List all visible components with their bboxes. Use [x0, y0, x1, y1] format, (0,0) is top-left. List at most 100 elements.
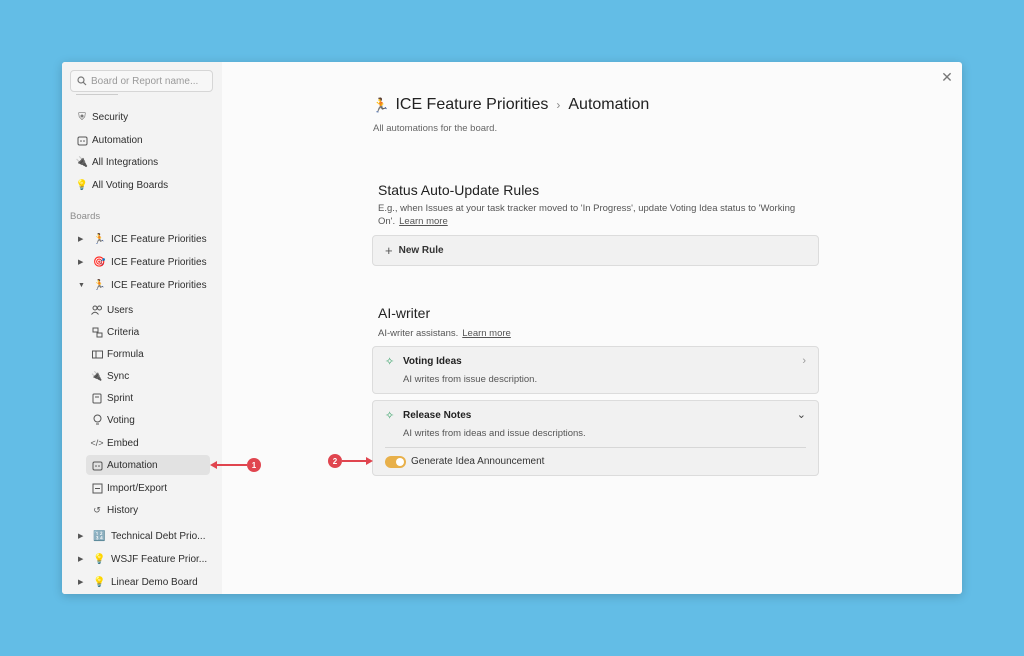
board-label: WSJF Feature Prior... [111, 553, 208, 565]
board-sub-item-embed[interactable]: </> Embed [86, 433, 210, 453]
annotation-arrow [216, 464, 247, 466]
chevron-down-icon[interactable]: ⌄ [797, 408, 806, 421]
board-sub-item-criteria[interactable]: Criteria [86, 322, 210, 342]
sparkle-icon: ✧ [385, 356, 395, 368]
chevron-right-icon[interactable]: › [802, 355, 806, 367]
code-icon: </> [90, 438, 104, 448]
status-rules-description: E.g., when Issues at your task tracker m… [378, 202, 798, 228]
voting-ideas-card[interactable]: ✧ Voting Ideas AI writes from issue desc… [372, 346, 819, 394]
ai-writer-description-text: AI-writer assistans. [378, 328, 459, 339]
board-label: ICE Feature Priorities [111, 279, 207, 291]
sidebar-item-all-integrations[interactable]: 🔌 All Integrations [76, 153, 158, 171]
card-subtitle: AI writes from ideas and issue descripti… [403, 428, 586, 439]
robot-icon [91, 459, 103, 471]
sidebar-item-label: Security [92, 111, 129, 123]
sparkle-icon: ✧ [385, 410, 395, 422]
annotation-arrow-head [366, 457, 373, 465]
sidebar-item-label: All Integrations [92, 156, 159, 168]
board-sub-item-voting[interactable]: Voting [86, 410, 210, 430]
board-emoji: 🏃 [93, 279, 106, 291]
robot-icon [76, 134, 88, 146]
board-emoji: 💡 [93, 553, 106, 565]
card-title: Release Notes [403, 410, 472, 421]
clipped-item [76, 92, 118, 95]
history-icon: ↺ [93, 504, 101, 515]
board-sub-item-formula[interactable]: Formula [86, 344, 210, 364]
collapse-caret-icon[interactable]: ▼ [78, 282, 86, 289]
board-label: ICE Feature Priorities [111, 233, 207, 245]
expand-caret-icon[interactable]: ▶ [78, 532, 86, 540]
sub-item-label: Sprint [107, 392, 134, 404]
board-item-expanded[interactable]: ▼ 🏃 ICE Feature Priorities [78, 276, 207, 294]
expand-caret-icon[interactable]: ▶ [78, 258, 86, 266]
shield-icon: ⛨ [78, 111, 86, 123]
toggle-label: Generate Idea Announcement [411, 456, 545, 467]
board-label: Technical Debt Prio... [111, 530, 206, 542]
ai-writer-learn-more-link[interactable]: Learn more [462, 328, 511, 339]
card-title: Voting Ideas [403, 356, 462, 367]
sub-item-label: Criteria [107, 326, 140, 338]
board-sub-item-users[interactable]: Users [86, 300, 210, 320]
board-sub-item-sync[interactable]: 🔌 Sync [86, 366, 210, 386]
search-input[interactable] [91, 75, 209, 87]
sub-item-label: Import/Export [107, 482, 168, 494]
page-subtitle: All automations for the board. [373, 123, 498, 134]
expand-caret-icon[interactable]: ▶ [78, 235, 86, 243]
breadcrumb-board[interactable]: ICE Feature Priorities [395, 96, 548, 114]
annotation-callout-1: 1 [247, 458, 261, 472]
board-item[interactable]: ▶ 🎯 ICE Feature Priorities [78, 253, 207, 271]
breadcrumb-separator-icon: › [556, 98, 561, 112]
board-emoji: 🎯 [93, 256, 106, 268]
annotation-callout-2: 2 [328, 454, 342, 468]
sidebar-item-automation[interactable]: Automation [76, 131, 143, 149]
expand-caret-icon[interactable]: ▶ [78, 578, 86, 586]
sub-item-label: History [107, 504, 139, 516]
board-sub-item-import-export[interactable]: Import/Export [86, 478, 210, 498]
sub-item-label: Formula [107, 348, 144, 360]
plug-icon: 🔌 [75, 156, 89, 168]
plug-icon: 🔌 [91, 370, 103, 381]
board-emoji: 🏃 [93, 233, 106, 245]
sub-item-label: Embed [107, 437, 139, 449]
card-subtitle: AI writes from issue description. [403, 374, 538, 385]
lightbulb-icon [91, 414, 103, 426]
page-title: Automation [568, 96, 650, 113]
new-rule-button[interactable]: + New Rule [372, 235, 819, 266]
ai-writer-description: AI-writer assistans. Learn more [378, 327, 511, 340]
lightbulb-icon: 💡 [75, 179, 89, 191]
generate-announcement-toggle[interactable] [385, 456, 406, 468]
sidebar-item-security[interactable]: ⛨ Security [76, 108, 128, 126]
board-item[interactable]: ▶ 🔢 Technical Debt Prio... [78, 527, 206, 545]
board-item[interactable]: ▶ 💡 Linear Demo Board [78, 573, 198, 591]
status-rules-learn-more-link[interactable]: Learn more [399, 216, 448, 227]
board-sub-item-automation[interactable]: Automation [86, 455, 210, 475]
board-item[interactable]: ▶ 💡 WSJF Feature Prior... [78, 550, 207, 568]
ai-writer-title: AI-writer [378, 305, 431, 321]
sidebar-item-all-voting-boards[interactable]: 💡 All Voting Boards [76, 176, 168, 194]
boards-section-label: Boards [70, 211, 101, 222]
search-icon [77, 76, 87, 86]
page-header: 🏃 ICE Feature Priorities › Automation [372, 96, 649, 114]
formula-icon [91, 348, 103, 360]
card-divider [385, 447, 806, 448]
expand-caret-icon[interactable]: ▶ [78, 555, 86, 563]
board-sub-item-sprint[interactable]: Sprint [86, 388, 210, 408]
sub-item-label: Automation [107, 459, 158, 471]
board-sub-item-history[interactable]: ↺ History [86, 500, 210, 520]
board-item[interactable]: ▶ 🏃 ICE Feature Priorities [78, 230, 207, 248]
board-emoji: 💡 [93, 576, 106, 588]
sidebar: ⛨ Security Automation 🔌 All Integrations… [62, 62, 222, 594]
sub-item-label: Users [107, 304, 134, 316]
annotation-arrow [342, 460, 367, 462]
status-rules-title: Status Auto-Update Rules [378, 182, 540, 198]
sprint-icon [91, 392, 103, 404]
board-search[interactable] [70, 70, 213, 92]
sub-item-label: Voting [107, 414, 135, 426]
board-label: Linear Demo Board [111, 576, 198, 588]
sidebar-item-label: Automation [92, 134, 143, 146]
close-icon[interactable]: ✕ [940, 70, 954, 84]
board-emoji: 🏃 [372, 96, 390, 113]
import-icon [91, 482, 103, 494]
criteria-icon [91, 326, 103, 338]
release-notes-card[interactable]: ✧ Release Notes AI writes from ideas and… [372, 400, 819, 476]
